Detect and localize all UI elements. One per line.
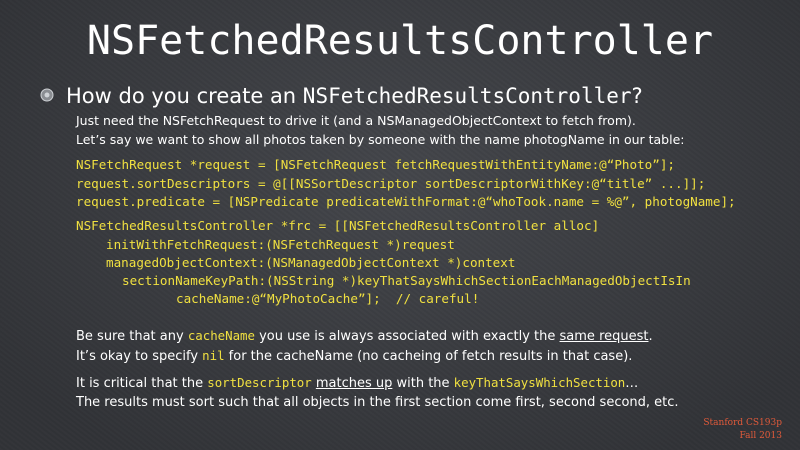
underlined-text: matches up <box>315 376 393 391</box>
heading: How do you create an NSFetchedResultsCon… <box>66 84 643 108</box>
note-text: It is critical that the <box>76 376 208 391</box>
footer-course: Stanford CS193p <box>703 418 782 428</box>
note-text: Be sure that any <box>76 329 188 344</box>
intro-line-2: Let’s say we want to show all photos tak… <box>76 132 685 147</box>
heading-code: NSFetchedResultsController <box>302 84 632 108</box>
slide-title: NSFetchedResultsController <box>86 18 714 64</box>
bullet-icon <box>40 88 54 102</box>
note-text: … <box>625 376 639 391</box>
keyword-cachename: cacheName <box>187 328 255 343</box>
note-text: you use is always associated with exactl… <box>254 329 560 344</box>
note-text: It’s okay to specify <box>76 349 203 364</box>
note-cachename: Be sure that any cacheName you use is al… <box>76 328 653 344</box>
code-line-request: NSFetchRequest *request = [NSFetchReques… <box>76 157 675 172</box>
code-line-cache: cacheName:@“MyPhotoCache”]; // careful! <box>176 291 480 306</box>
keyword-sortdescriptor: sortDescriptor <box>207 375 312 390</box>
note-nil: It’s okay to specify nil for the cacheNa… <box>76 348 632 364</box>
intro-line-1: Just need the NSFetchRequest to drive it… <box>76 113 636 128</box>
note-text: for the cacheName (no cacheing of fetch … <box>224 349 633 364</box>
note-text: . <box>648 329 653 344</box>
footer-term: Fall 2013 <box>739 431 782 441</box>
code-line-frc: NSFetchedResultsController *frc = [[NSFe… <box>76 218 600 233</box>
code-line-sort: request.sortDescriptors = @[[NSSortDescr… <box>76 176 706 191</box>
heading-prefix: How do you create an <box>66 84 303 108</box>
note-sortdescriptor: It is critical that the sortDescriptor m… <box>76 375 638 391</box>
underlined-text: same request <box>559 329 649 344</box>
keyword-section: keyThatSaysWhichSection <box>453 375 626 390</box>
heading-suffix: ? <box>631 84 643 108</box>
note-sort-order: The results must sort such that all obje… <box>76 395 679 410</box>
code-line-context: managedObjectContext:(NSManagedObjectCon… <box>106 255 516 270</box>
keyword-nil: nil <box>202 348 225 363</box>
note-text: with the <box>392 376 454 391</box>
code-line-predicate: request.predicate = [NSPredicate predica… <box>76 194 736 209</box>
code-line-init: initWithFetchRequest:(NSFetchRequest *)r… <box>106 237 455 252</box>
code-line-section: sectionNameKeyPath:(NSString *)keyThatSa… <box>122 273 691 288</box>
